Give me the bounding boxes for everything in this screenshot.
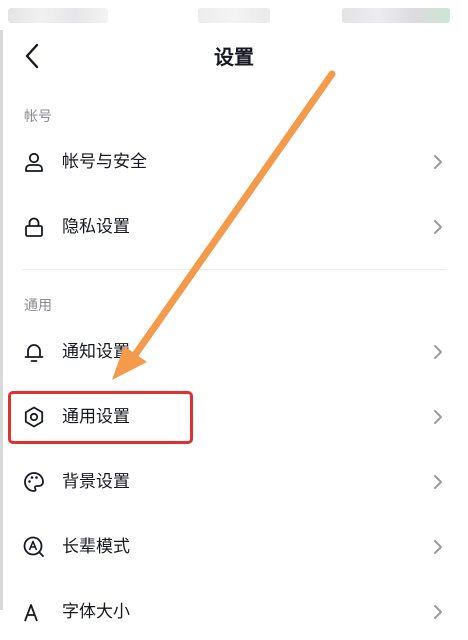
palette-icon bbox=[24, 472, 44, 492]
menu-item-privacy-settings[interactable]: 隐私设置 bbox=[0, 199, 468, 255]
menu-item-font-size[interactable]: 字体大小 bbox=[0, 584, 468, 640]
menu-item-label: 背景设置 bbox=[62, 472, 130, 492]
menu-item-elder-mode[interactable]: 长辈模式 bbox=[0, 519, 468, 575]
person-icon bbox=[25, 152, 43, 172]
section-divider bbox=[22, 269, 446, 270]
page-title: 设置 bbox=[214, 45, 254, 69]
menu-item-label: 长辈模式 bbox=[62, 537, 130, 557]
blurred-status-right bbox=[342, 8, 450, 23]
lock-icon bbox=[25, 217, 43, 237]
menu-item-label: 帐号与安全 bbox=[62, 152, 147, 172]
blurred-status-center bbox=[198, 8, 270, 23]
bell-icon bbox=[24, 344, 44, 362]
menu-item-label: 字体大小 bbox=[62, 602, 130, 622]
highlight-box bbox=[8, 391, 193, 444]
section-label-general: 通用 bbox=[24, 298, 52, 314]
blurred-status-left bbox=[8, 8, 108, 23]
chevron-right-icon bbox=[434, 345, 442, 359]
chevron-right-icon bbox=[434, 220, 442, 234]
menu-item-account-security[interactable]: 帐号与安全 bbox=[0, 134, 468, 190]
section-label-account: 帐号 bbox=[24, 109, 52, 125]
chevron-right-icon bbox=[434, 155, 442, 169]
elder-mode-icon bbox=[23, 536, 44, 557]
menu-item-notification-settings[interactable]: 通知设置 bbox=[0, 324, 468, 380]
status-bar bbox=[0, 0, 468, 30]
chevron-right-icon bbox=[434, 475, 442, 489]
navigation-header: 设置 bbox=[0, 30, 468, 80]
chevron-right-icon bbox=[434, 540, 442, 554]
menu-item-label: 通知设置 bbox=[62, 342, 130, 362]
menu-item-background-settings[interactable]: 背景设置 bbox=[0, 454, 468, 510]
font-size-icon bbox=[24, 604, 38, 622]
chevron-right-icon bbox=[434, 605, 442, 619]
menu-item-label: 隐私设置 bbox=[62, 217, 130, 237]
chevron-right-icon bbox=[434, 410, 442, 424]
